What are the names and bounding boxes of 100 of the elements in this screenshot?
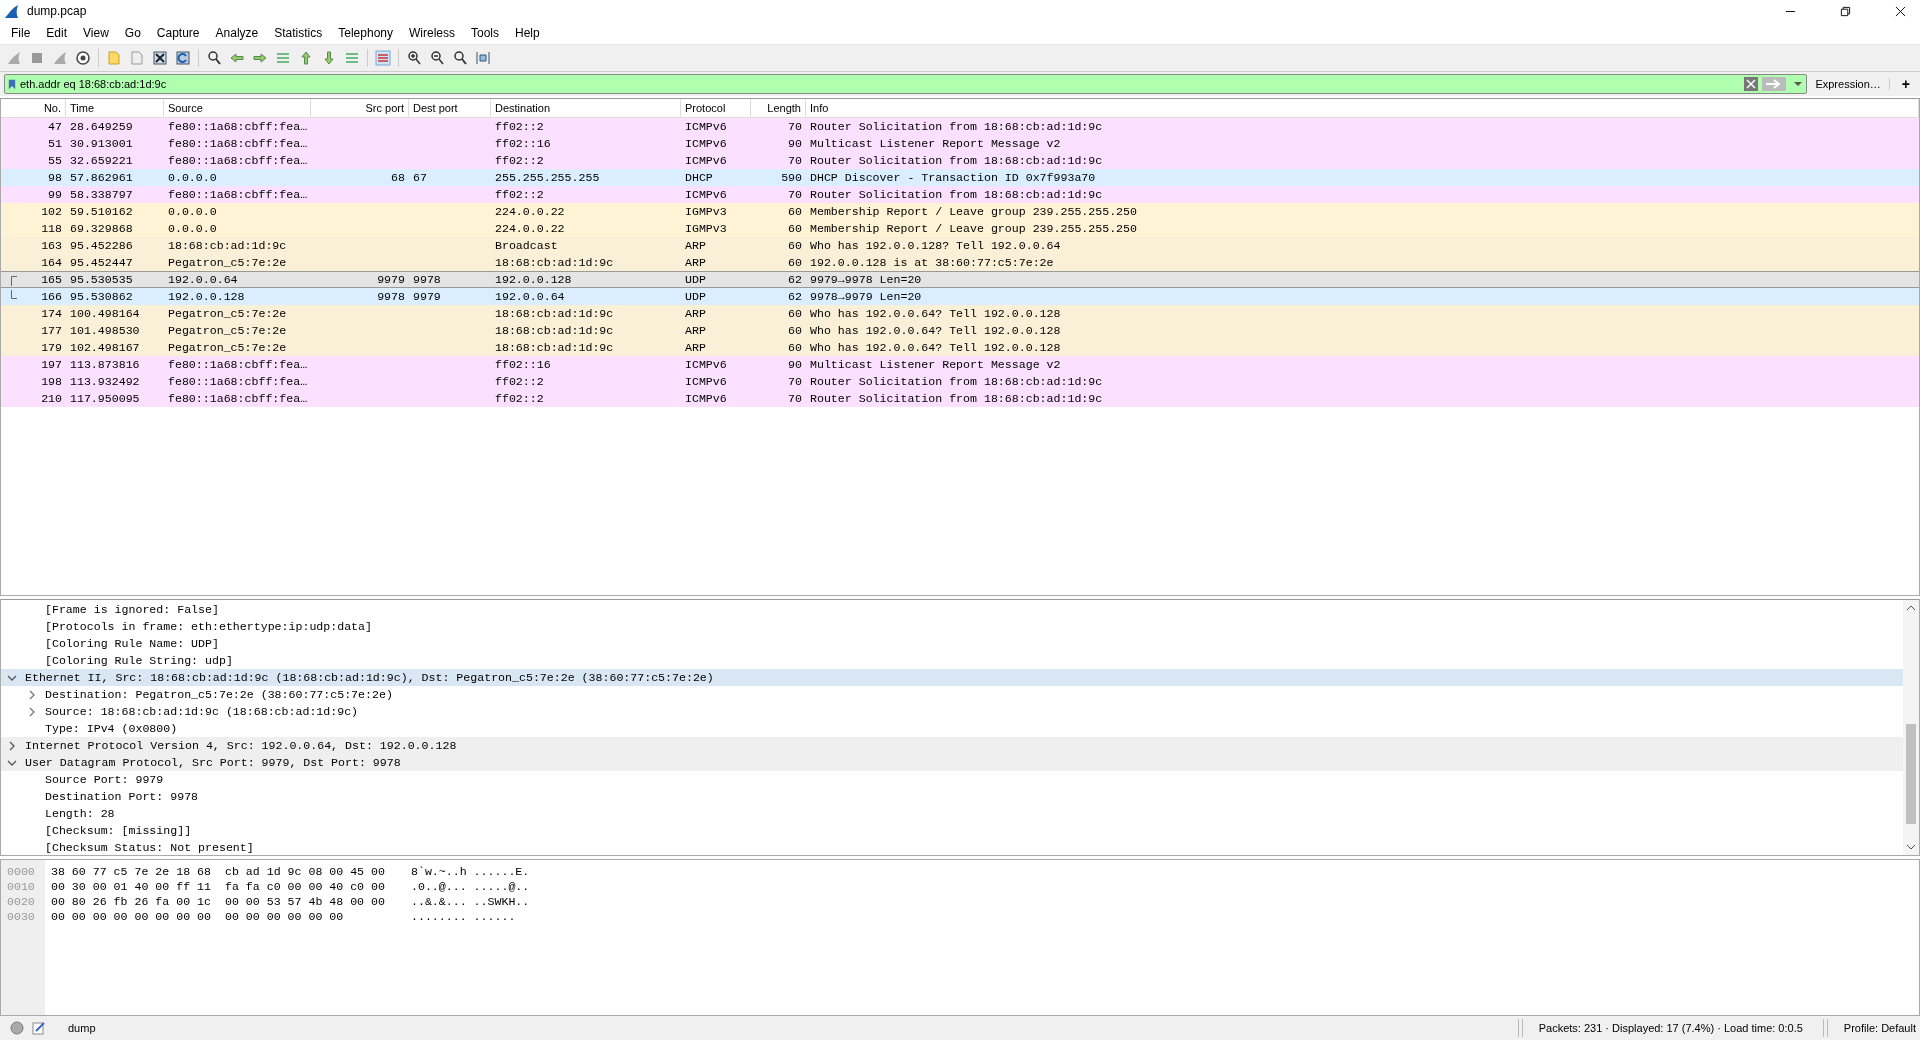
packet-row[interactable]: 98 57.862961 0.0.0.0 68 67 255.255.255.255 DHCP 590 DHCP Discover - Transaction ID 0x7f993a70 xyxy=(1,169,1919,186)
detail-field[interactable]: Source: 18:68:cb:ad:1d:9c (18:68:cb:ad:1d:9c) xyxy=(1,703,1903,720)
detail-field[interactable]: Type: IPv4 (0x0800) xyxy=(1,720,1903,737)
forward-arrow-icon[interactable] xyxy=(252,50,268,66)
packet-destination: 18:68:cb:ad:1d:9c xyxy=(494,307,615,320)
packet-row[interactable]: 163 95.452286 18:68:cb:ad:1d:9c Broadcast ARP 60 Who has 192.0.0.128? Tell 192.0.0.64 xyxy=(1,237,1919,254)
dropdown-caret-icon[interactable] xyxy=(1794,81,1803,87)
menu-item[interactable]: File xyxy=(3,26,39,40)
packet-info: DHCP Discover - Transaction ID 0x7f993a70 xyxy=(809,171,1097,184)
menu-item[interactable]: Help xyxy=(507,26,548,40)
detail-field[interactable]: Destination Port: 9978 xyxy=(1,788,1903,805)
menu-item[interactable]: Telephony xyxy=(330,26,401,40)
bookmark-icon[interactable] xyxy=(8,77,16,91)
packet-row[interactable]: 174 100.498164 Pegatron_c5:7e:2e 18:68:cb:ad:1d:9c ARP 60 Who has 192.0.0.64? Tell 192.0.0.128 xyxy=(1,305,1919,322)
menu-item[interactable]: Tools xyxy=(463,26,507,40)
packet-row[interactable]: 177 101.498530 Pegatron_c5:7e:2e 18:68:cb:ad:1d:9c ARP 60 Who has 192.0.0.64? Tell 192.0.0.128 xyxy=(1,322,1919,339)
menu-item[interactable]: Edit xyxy=(38,26,76,40)
column-header[interactable]: Time xyxy=(66,99,164,117)
column-header[interactable]: Src port xyxy=(311,99,409,117)
packet-row[interactable]: 198 113.932492 fe80::1a68:cbff:fea… ff02::2 ICMPv6 70 Router Solicitation from 18:68:cb:ad:1d:9c xyxy=(1,373,1919,390)
detail-field[interactable]: [Coloring Rule Name: UDP] xyxy=(45,635,219,652)
protocol-tree-item[interactable]: User Datagram Protocol, Src Port: 9979, Dst Port: 9978 xyxy=(1,754,1903,771)
menu-item[interactable]: Capture xyxy=(148,26,208,40)
close-file-icon[interactable] xyxy=(152,50,168,66)
status-circle-icon[interactable] xyxy=(10,1021,24,1035)
packet-info: Router Solicitation from 18:68:cb:ad:1d:9c xyxy=(809,392,1104,405)
reload-icon[interactable] xyxy=(175,50,191,66)
packet-row[interactable]: 55 32.659221 fe80::1a68:cbff:fea… ff02::2 ICMPv6 70 Router Solicitation from 18:68:cb:ad:1d:9c xyxy=(1,152,1919,169)
expander-chevron-icon[interactable] xyxy=(7,740,17,751)
packet-row[interactable]: 210 117.950095 fe80::1a68:cbff:fea… ff02::2 ICMPv6 70 Router Solicitation from 18:68:cb:ad:1d:9c xyxy=(1,390,1919,407)
packet-row[interactable]: 51 30.913001 fe80::1a68:cbff:fea… ff02::16 ICMPv6 90 Multicast Listener Report Message v2 xyxy=(1,135,1919,152)
close-icon[interactable] xyxy=(1895,5,1906,17)
packet-source: fe80::1a68:cbff:fea… xyxy=(167,137,309,150)
menu-item[interactable]: Analyze xyxy=(207,26,267,40)
up-arrow-icon[interactable] xyxy=(298,50,314,66)
byte-offset: 0020 xyxy=(6,894,36,909)
colorize-lines-icon[interactable] xyxy=(375,50,391,66)
packet-info: 9978→9979 Len=20 xyxy=(809,290,923,303)
ascii-bytes: ........ ...... xyxy=(411,910,516,923)
packet-row[interactable]: 102 59.510162 0.0.0.0 224.0.0.22 IGMPv3 60 Membership Report / Leave group 239.255.255.250 xyxy=(1,203,1919,220)
detail-field[interactable]: [Protocols in frame: eth:ethertype:ip:udp:data] xyxy=(45,618,372,635)
packet-source: 192.0.0.64 xyxy=(167,273,239,286)
protocol-tree-item[interactable]: Ethernet II, Src: 18:68:cb:ad:1d:9c (18:68:cb:ad:1d:9c), Dst: Pegatron_c5:7e:2e (38:60:77:c5:7e:2e) xyxy=(1,669,1903,686)
packet-length: 60 xyxy=(787,341,803,354)
packet-row[interactable]: 118 69.329868 0.0.0.0 224.0.0.22 IGMPv3 60 Membership Report / Leave group 239.255.255.250 xyxy=(1,220,1919,237)
scroll-down-icon[interactable] xyxy=(1906,844,1916,850)
packet-row[interactable]: 47 28.649259 fe80::1a68:cbff:fea… ff02::2 ICMPv6 70 Router Solicitation from 18:68:cb:ad:1d:9c xyxy=(1,118,1919,135)
stop-square-icon[interactable] xyxy=(29,50,45,66)
add-filter-button[interactable]: + xyxy=(1895,76,1916,92)
zoom-in-icon[interactable] xyxy=(406,50,422,66)
menu-item[interactable]: Statistics xyxy=(266,26,331,40)
packet-time: 102.498167 xyxy=(69,341,141,354)
packet-length: 70 xyxy=(787,188,803,201)
display-filter-field[interactable]: eth.addr eq 18:68:cb:ad:1d:9c xyxy=(4,74,1808,94)
packet-row[interactable]: 197 113.873816 fe80::1a68:cbff:fea… ff02::16 ICMPv6 90 Multicast Listener Report Message v2 xyxy=(1,356,1919,373)
column-header[interactable]: No. xyxy=(1,99,66,117)
detail-field[interactable]: [Frame is ignored: False] xyxy=(45,601,219,618)
down-arrow-icon[interactable] xyxy=(321,50,337,66)
column-header[interactable]: Length xyxy=(751,99,806,117)
packet-row[interactable]: 166 95.530862 192.0.0.128 9978 9979 192.0.0.64 UDP 62 9978→9979 Len=20 xyxy=(1,288,1919,305)
detail-field[interactable]: [Coloring Rule String: udp] xyxy=(45,652,233,669)
protocol-tree-item[interactable]: Internet Protocol Version 4, Src: 192.0.0.64, Dst: 192.0.0.128 xyxy=(1,737,1903,754)
detail-field[interactable]: Length: 28 xyxy=(1,805,1903,822)
profile-label[interactable]: Profile: Default xyxy=(1843,1022,1920,1034)
detail-field[interactable]: [Checksum: [missing]] xyxy=(1,822,1903,839)
packet-destination: 255.255.255.255 xyxy=(494,171,601,184)
packet-statistics: Packets: 231 · Displayed: 17 (7.4%) · Load time: 0:0.5 xyxy=(1538,1022,1804,1034)
column-header[interactable]: Source xyxy=(164,99,311,117)
column-header[interactable]: Destination xyxy=(491,99,681,117)
column-header[interactable]: Dest port xyxy=(409,99,491,117)
restore-icon[interactable] xyxy=(1840,5,1851,17)
packet-row[interactable]: 99 58.338797 fe80::1a68:cbff:fea… ff02::2 ICMPv6 70 Router Solicitation from 18:68:cb:ad:1d:9c xyxy=(1,186,1919,203)
clear-icon[interactable] xyxy=(1744,77,1759,91)
expression-button[interactable]: Expression… xyxy=(1813,78,1890,90)
search-icon[interactable] xyxy=(206,50,222,66)
packet-row[interactable]: 179 102.498167 Pegatron_c5:7e:2e 18:68:cb:ad:1d:9c ARP 60 Who has 192.0.0.64? Tell 192.0.0.128 xyxy=(1,339,1919,356)
detail-field[interactable]: Source Port: 9979 xyxy=(1,771,1903,788)
packet-length: 590 xyxy=(780,171,803,184)
scroll-up-icon[interactable] xyxy=(1906,605,1916,611)
back-arrow-icon[interactable] xyxy=(229,50,245,66)
menu-item[interactable]: View xyxy=(75,26,117,40)
edit-notepad-icon[interactable] xyxy=(32,1021,46,1035)
packet-row[interactable]: 165 95.530535 192.0.0.64 9979 9978 192.0.0.128 UDP 62 9979→9978 Len=20 xyxy=(1,271,1919,288)
column-header[interactable]: Info xyxy=(806,99,1919,117)
packet-dest-port: 9978 xyxy=(412,273,442,286)
menu-item[interactable]: Go xyxy=(116,26,149,40)
menu-item[interactable]: Wireless xyxy=(401,26,463,40)
column-header[interactable]: Protocol xyxy=(681,99,751,117)
packet-protocol: ICMPv6 xyxy=(684,358,728,371)
expander-chevron-icon[interactable] xyxy=(27,689,37,700)
detail-field[interactable]: Destination: Pegatron_c5:7e:2e (38:60:77:c5:7e:2e) xyxy=(1,686,1903,703)
expander-chevron-icon[interactable] xyxy=(27,706,37,717)
scrollbar-thumb[interactable] xyxy=(1906,724,1916,824)
packet-protocol: ICMPv6 xyxy=(684,188,728,201)
resize-columns-icon[interactable] xyxy=(475,50,491,66)
restart-fin-icon[interactable] xyxy=(52,50,68,66)
packet-row[interactable]: 164 95.452447 Pegatron_c5:7e:2e 18:68:cb:ad:1d:9c ARP 60 192.0.0.128 is at 38:60:77:c5:7e:2e xyxy=(1,254,1919,271)
zoom-reset-icon[interactable] xyxy=(452,50,468,66)
zoom-out-icon[interactable] xyxy=(429,50,445,66)
detail-field[interactable]: [Checksum Status: Not present] xyxy=(1,839,1903,855)
